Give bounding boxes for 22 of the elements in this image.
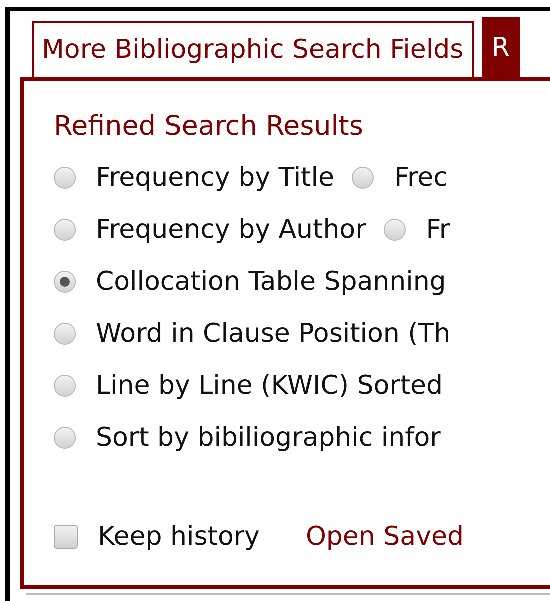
checkbox-label: Keep history [98, 522, 260, 552]
radio-label: Frequency by Title [96, 163, 334, 193]
radio-button[interactable] [54, 323, 76, 345]
radio-button[interactable] [384, 219, 406, 241]
radio-button[interactable] [54, 167, 76, 189]
radio-label: Sort by bibiliographic infor [96, 423, 441, 453]
radio-button[interactable] [54, 427, 76, 449]
radio-button[interactable] [54, 271, 76, 293]
radio-label: Fr [426, 215, 450, 245]
section-heading: Refined Search Results [54, 111, 364, 142]
radio-button[interactable] [352, 167, 374, 189]
tab[interactable]: More Bibliographic Search Fields [32, 21, 474, 77]
tab[interactable]: R [482, 17, 520, 77]
radio-label: Line by Line (KWIC) Sorted [96, 371, 444, 401]
checkbox[interactable] [54, 525, 78, 549]
radio-label: Collocation Table Spanning [96, 267, 446, 297]
radio-button[interactable] [54, 375, 76, 397]
link[interactable]: Open Saved [306, 522, 464, 552]
radio-label: Word in Clause Position (Th [96, 319, 451, 349]
radio-label: Frec [394, 163, 448, 193]
radio-label: Frequency by Author [96, 215, 366, 245]
radio-button[interactable] [54, 219, 76, 241]
